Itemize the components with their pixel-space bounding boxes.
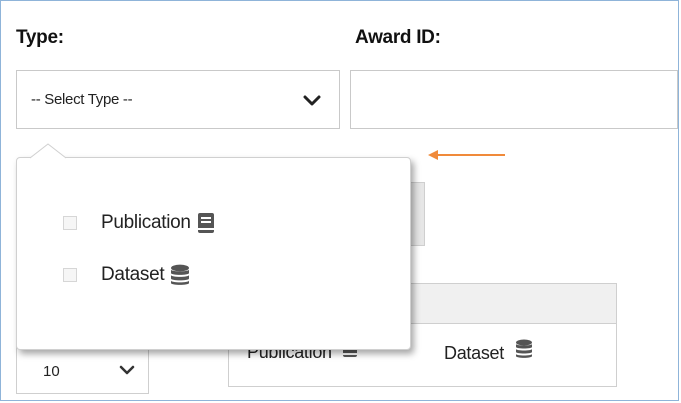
dropdown-option-publication[interactable]: Publication	[63, 210, 215, 236]
dropdown-caret	[29, 143, 67, 159]
dataset-checkbox[interactable]	[63, 268, 77, 282]
chevron-down-icon	[303, 95, 321, 106]
award-id-label: Award ID:	[355, 27, 441, 48]
type-label: Type:	[16, 27, 64, 48]
annotation-arrow-icon	[428, 150, 505, 160]
page-size-value: 10	[43, 363, 60, 380]
results-cell-label: Dataset	[444, 343, 504, 363]
publication-checkbox[interactable]	[63, 216, 77, 230]
type-dropdown-menu: Publication Dataset	[16, 157, 411, 350]
dropdown-option-label: Publication	[101, 212, 191, 233]
dropdown-option-dataset[interactable]: Dataset	[63, 262, 190, 288]
dropdown-option-label: Dataset	[101, 264, 165, 285]
type-select[interactable]: -- Select Type --	[16, 70, 340, 129]
type-select-value: -- Select Type --	[31, 91, 133, 108]
award-id-input[interactable]	[350, 70, 678, 129]
chevron-down-icon	[119, 365, 135, 375]
database-icon	[515, 339, 532, 358]
book-icon	[197, 213, 214, 233]
results-cell-dataset: Dataset	[444, 339, 533, 364]
database-icon	[171, 264, 190, 285]
